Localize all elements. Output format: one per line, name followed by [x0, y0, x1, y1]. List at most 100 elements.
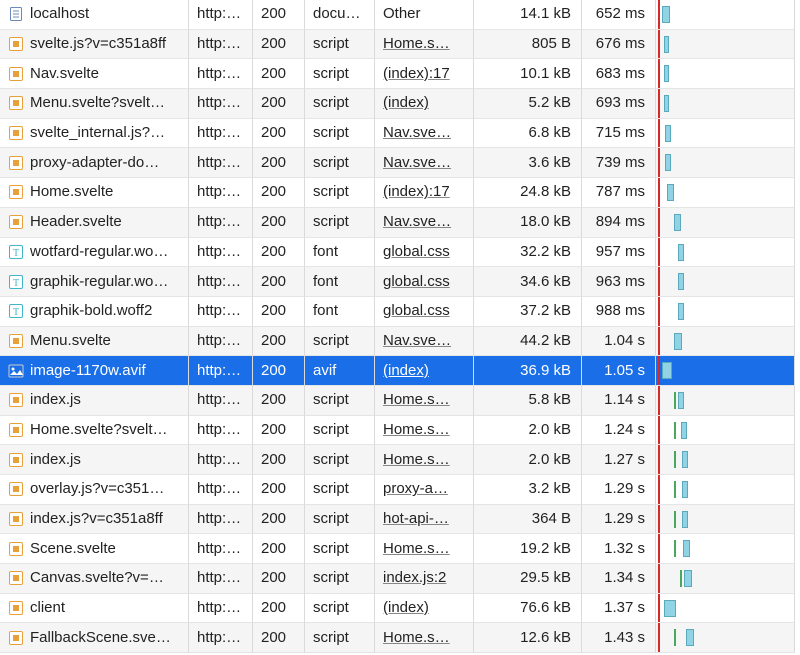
- protocol-cell[interactable]: http:…: [189, 475, 253, 505]
- status-cell[interactable]: 200: [253, 30, 305, 60]
- protocol-cell[interactable]: http:…: [189, 327, 253, 357]
- initiator-link[interactable]: Nav.sve…: [383, 124, 451, 142]
- status-cell[interactable]: 200: [253, 297, 305, 327]
- type-cell[interactable]: script: [305, 445, 375, 475]
- type-cell[interactable]: script: [305, 148, 375, 178]
- size-cell[interactable]: 3.6 kB: [474, 148, 582, 178]
- type-cell[interactable]: script: [305, 89, 375, 119]
- protocol-cell[interactable]: http:…: [189, 356, 253, 386]
- initiator-link[interactable]: (index):17: [383, 65, 450, 83]
- size-cell[interactable]: 2.0 kB: [474, 445, 582, 475]
- name-cell[interactable]: svelte_internal.js?…: [0, 119, 189, 149]
- type-cell[interactable]: script: [305, 327, 375, 357]
- protocol-cell[interactable]: http:…: [189, 594, 253, 624]
- status-cell[interactable]: 200: [253, 505, 305, 535]
- status-cell[interactable]: 200: [253, 594, 305, 624]
- status-cell[interactable]: 200: [253, 119, 305, 149]
- protocol-cell[interactable]: http:…: [189, 119, 253, 149]
- type-cell[interactable]: script: [305, 30, 375, 60]
- protocol-cell[interactable]: http:…: [189, 445, 253, 475]
- initiator-cell[interactable]: global.css: [375, 238, 474, 268]
- initiator-link[interactable]: Home.s…: [383, 540, 450, 558]
- type-cell[interactable]: font: [305, 267, 375, 297]
- initiator-link[interactable]: (index):17: [383, 183, 450, 201]
- name-cell[interactable]: Tgraphik-regular.wo…: [0, 267, 189, 297]
- protocol-cell[interactable]: http:…: [189, 416, 253, 446]
- size-cell[interactable]: 6.8 kB: [474, 119, 582, 149]
- protocol-cell[interactable]: http:…: [189, 267, 253, 297]
- waterfall-cell[interactable]: [656, 297, 795, 327]
- size-cell[interactable]: 10.1 kB: [474, 59, 582, 89]
- name-cell[interactable]: Menu.svelte: [0, 327, 189, 357]
- time-cell[interactable]: 1.32 s: [582, 534, 656, 564]
- time-cell[interactable]: 1.29 s: [582, 505, 656, 535]
- size-cell[interactable]: 12.6 kB: [474, 623, 582, 653]
- name-cell[interactable]: Canvas.svelte?v=…: [0, 564, 189, 594]
- size-cell[interactable]: 3.2 kB: [474, 475, 582, 505]
- initiator-cell[interactable]: proxy-a…: [375, 475, 474, 505]
- type-cell[interactable]: docu…: [305, 0, 375, 30]
- protocol-cell[interactable]: http:…: [189, 0, 253, 30]
- initiator-link[interactable]: Home.s…: [383, 451, 450, 469]
- time-cell[interactable]: 963 ms: [582, 267, 656, 297]
- size-cell[interactable]: 18.0 kB: [474, 208, 582, 238]
- type-cell[interactable]: script: [305, 564, 375, 594]
- name-cell[interactable]: Nav.svelte: [0, 59, 189, 89]
- protocol-cell[interactable]: http:…: [189, 297, 253, 327]
- initiator-cell[interactable]: hot-api-…: [375, 505, 474, 535]
- status-cell[interactable]: 200: [253, 534, 305, 564]
- status-cell[interactable]: 200: [253, 148, 305, 178]
- waterfall-cell[interactable]: [656, 89, 795, 119]
- status-cell[interactable]: 200: [253, 208, 305, 238]
- protocol-cell[interactable]: http:…: [189, 386, 253, 416]
- initiator-link[interactable]: Nav.sve…: [383, 213, 451, 231]
- type-cell[interactable]: font: [305, 297, 375, 327]
- status-cell[interactable]: 200: [253, 327, 305, 357]
- size-cell[interactable]: 2.0 kB: [474, 416, 582, 446]
- name-cell[interactable]: svelte.js?v=c351a8ff: [0, 30, 189, 60]
- initiator-cell[interactable]: Nav.sve…: [375, 119, 474, 149]
- waterfall-cell[interactable]: [656, 475, 795, 505]
- initiator-link[interactable]: global.css: [383, 302, 450, 320]
- time-cell[interactable]: 1.14 s: [582, 386, 656, 416]
- status-cell[interactable]: 200: [253, 386, 305, 416]
- waterfall-cell[interactable]: [656, 178, 795, 208]
- waterfall-cell[interactable]: [656, 534, 795, 564]
- initiator-link[interactable]: Nav.sve…: [383, 332, 451, 350]
- initiator-link[interactable]: hot-api-…: [383, 510, 449, 528]
- name-cell[interactable]: Home.svelte: [0, 178, 189, 208]
- type-cell[interactable]: script: [305, 505, 375, 535]
- initiator-link[interactable]: Nav.sve…: [383, 154, 451, 172]
- waterfall-cell[interactable]: [656, 445, 795, 475]
- time-cell[interactable]: 676 ms: [582, 30, 656, 60]
- protocol-cell[interactable]: http:…: [189, 148, 253, 178]
- initiator-link[interactable]: (index): [383, 362, 429, 380]
- initiator-cell[interactable]: index.js:2: [375, 564, 474, 594]
- initiator-cell[interactable]: Nav.sve…: [375, 327, 474, 357]
- initiator-cell[interactable]: global.css: [375, 297, 474, 327]
- initiator-cell[interactable]: Home.s…: [375, 416, 474, 446]
- status-cell[interactable]: 200: [253, 89, 305, 119]
- type-cell[interactable]: script: [305, 416, 375, 446]
- waterfall-cell[interactable]: [656, 238, 795, 268]
- name-cell[interactable]: overlay.js?v=c351…: [0, 475, 189, 505]
- waterfall-cell[interactable]: [656, 356, 795, 386]
- size-cell[interactable]: 44.2 kB: [474, 327, 582, 357]
- protocol-cell[interactable]: http:…: [189, 534, 253, 564]
- time-cell[interactable]: 652 ms: [582, 0, 656, 30]
- initiator-link[interactable]: Home.s…: [383, 629, 450, 647]
- type-cell[interactable]: script: [305, 594, 375, 624]
- initiator-cell[interactable]: (index):17: [375, 59, 474, 89]
- size-cell[interactable]: 29.5 kB: [474, 564, 582, 594]
- size-cell[interactable]: 5.2 kB: [474, 89, 582, 119]
- initiator-cell[interactable]: Other: [375, 0, 474, 30]
- initiator-link[interactable]: Home.s…: [383, 421, 450, 439]
- waterfall-cell[interactable]: [656, 505, 795, 535]
- size-cell[interactable]: 364 B: [474, 505, 582, 535]
- name-cell[interactable]: client: [0, 594, 189, 624]
- protocol-cell[interactable]: http:…: [189, 564, 253, 594]
- status-cell[interactable]: 200: [253, 59, 305, 89]
- status-cell[interactable]: 200: [253, 445, 305, 475]
- name-cell[interactable]: index.js: [0, 386, 189, 416]
- name-cell[interactable]: index.js: [0, 445, 189, 475]
